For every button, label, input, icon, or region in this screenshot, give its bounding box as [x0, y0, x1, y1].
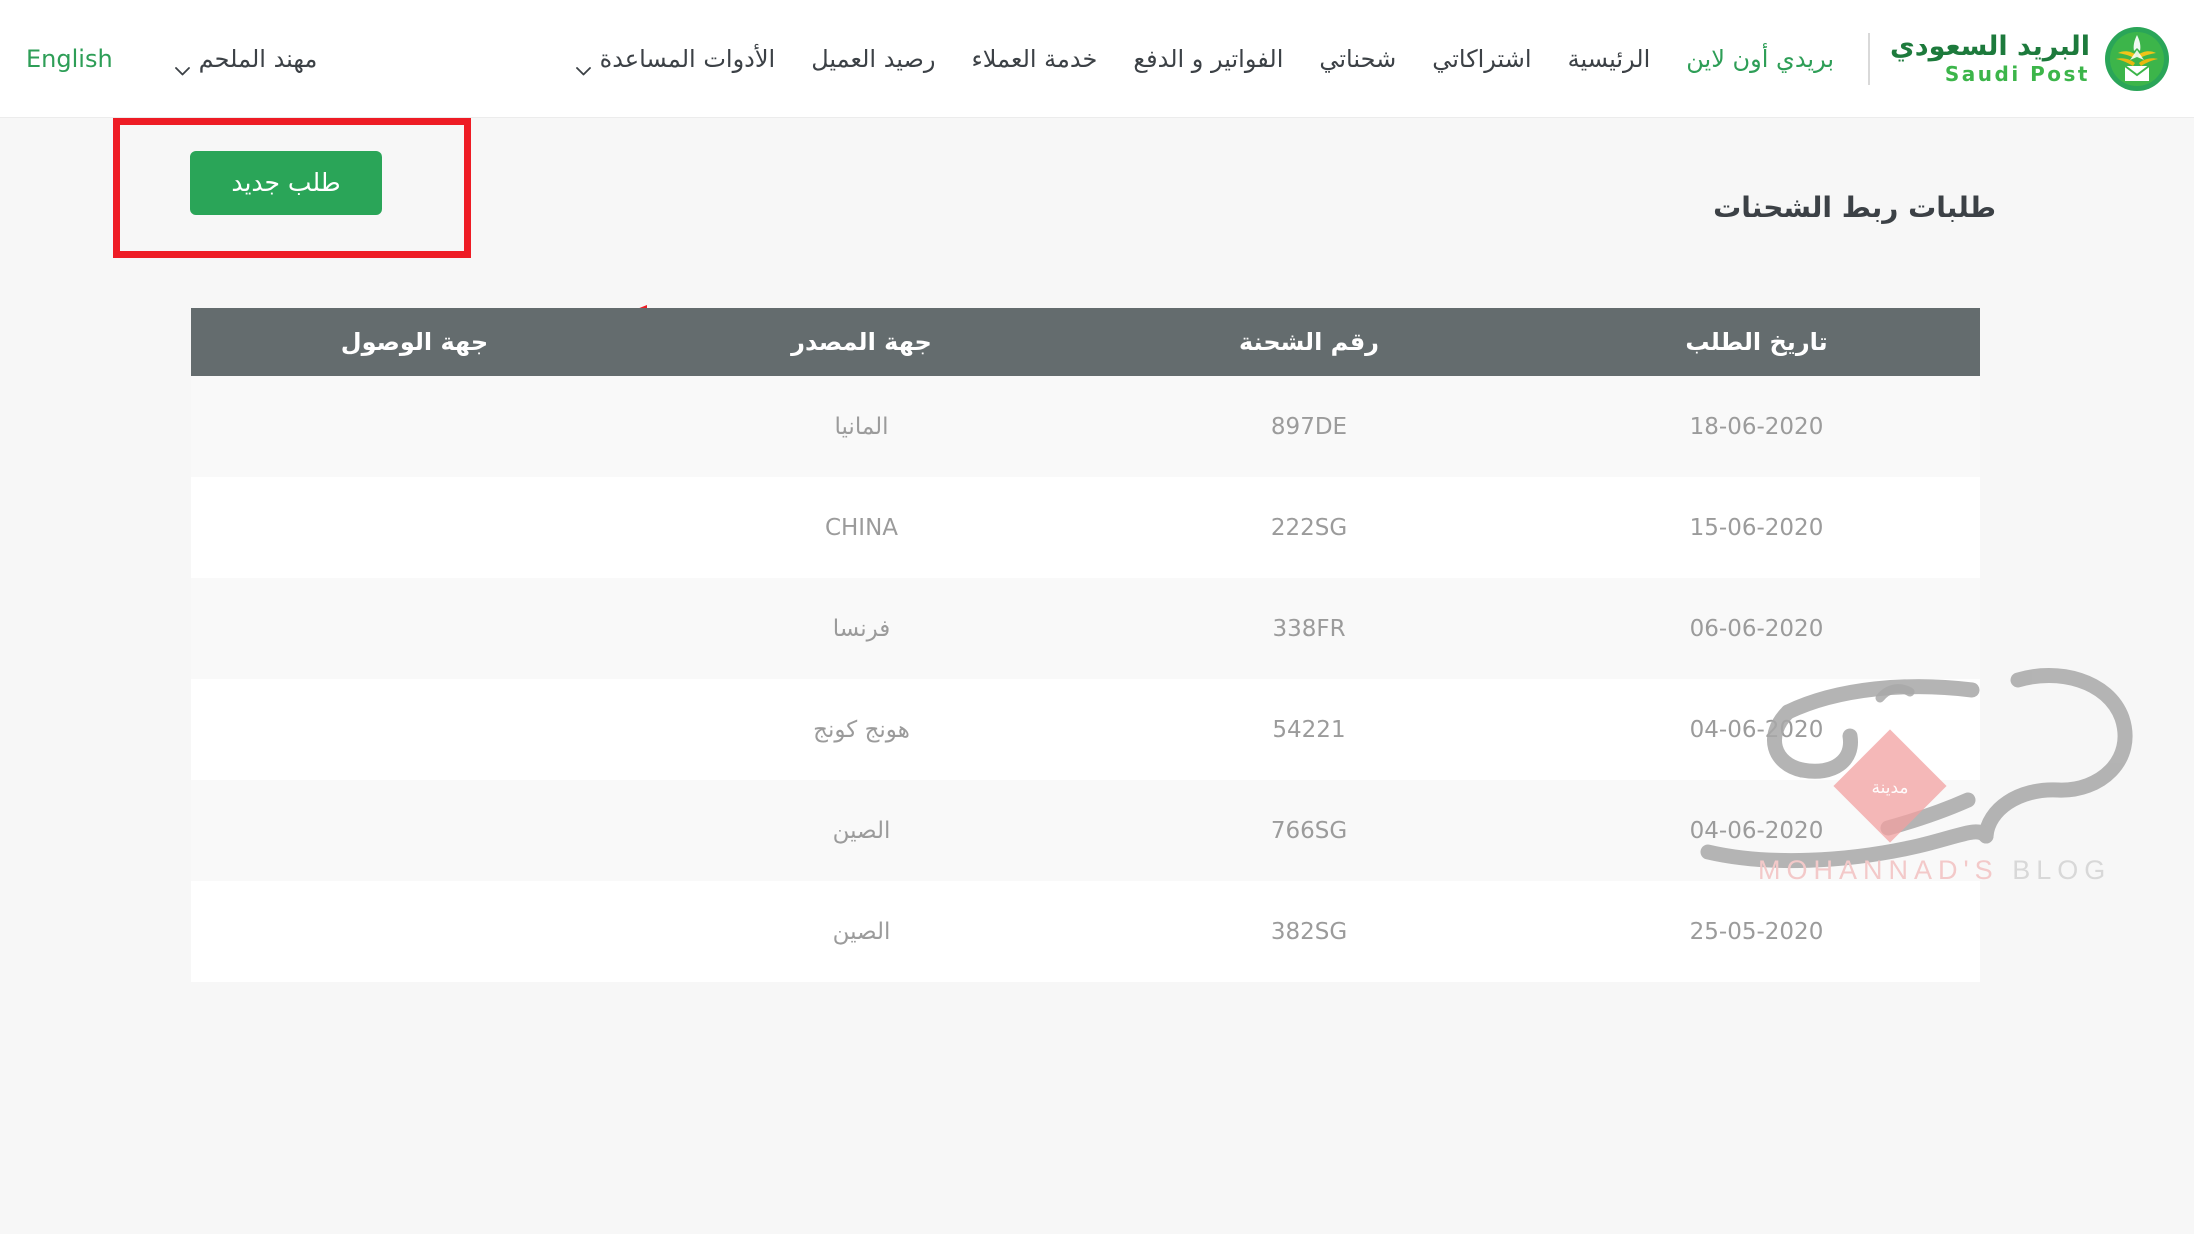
nav-label: الفواتير و الدفع [1133, 44, 1284, 73]
nav-item-customer-balance[interactable]: رصيد العميل [811, 39, 935, 79]
cell-request-date: 04-06-2020 [1533, 679, 1980, 780]
nav-item-invoices-and-payment[interactable]: الفواتير و الدفع [1133, 39, 1283, 79]
cell-shipment-number: 338FR [1085, 578, 1533, 679]
nav-item-helper-tools[interactable]: الأدوات المساعدة [575, 39, 776, 79]
cell-request-date: 15-06-2020 [1533, 477, 1980, 578]
nav-utilities: مهند الملحم English [0, 39, 363, 79]
table-row[interactable]: 04-06-2020 54221 هونج كونج [191, 679, 1980, 780]
table-head: تاريخ الطلب رقم الشحنة جهة المصدر جهة ال… [191, 308, 1980, 376]
nav-item-bareedi-online[interactable]: بريدي أون لاين [1686, 39, 1834, 79]
nav-label: شحناتي [1319, 44, 1397, 73]
brand-divider [1868, 32, 1871, 85]
cell-shipment-number: 897DE [1085, 376, 1533, 477]
brand-name-arabic: البريد السعودي [1890, 31, 2090, 62]
table-body: 18-06-2020 897DE المانيا 15-06-2020 222S… [191, 376, 1980, 982]
nav-item-customer-service[interactable]: خدمة العملاء [972, 39, 1098, 79]
top-navigation-bar: البريد السعودي Saudi Post بريدي أون لاين… [0, 0, 2194, 118]
nav-label: الرئيسية [1567, 44, 1651, 73]
nav-item-subscriptions[interactable]: اشتراكاتي [1432, 39, 1531, 79]
main-nav: بريدي أون لاين الرئيسية اشتراكاتي شحناتي… [363, 39, 1840, 79]
brand-logo[interactable]: البريد السعودي Saudi Post [1850, 26, 2170, 92]
table-row[interactable]: 25-05-2020 382SG الصين [191, 881, 1980, 982]
nav-item-my-shipments[interactable]: شحناتي [1319, 39, 1396, 79]
cell-shipment-number: 382SG [1085, 881, 1533, 982]
cell-request-date: 18-06-2020 [1533, 376, 1980, 477]
cell-destination-country [191, 679, 638, 780]
cell-source-country: هونج كونج [638, 679, 1085, 780]
shipment-link-requests-table: تاريخ الطلب رقم الشحنة جهة المصدر جهة ال… [191, 308, 1980, 982]
nav-label: رصيد العميل [811, 44, 936, 73]
table-row[interactable]: 06-06-2020 338FR فرنسا [191, 578, 1980, 679]
nav-label: خدمة العملاء [971, 44, 1098, 73]
cell-destination-country [191, 376, 638, 477]
cell-request-date: 04-06-2020 [1533, 780, 1980, 881]
chevron-down-icon [575, 54, 591, 76]
cell-destination-country [191, 780, 638, 881]
cell-request-date: 25-05-2020 [1533, 881, 1980, 982]
cell-shipment-number: 54221 [1085, 679, 1533, 780]
column-header-request-date[interactable]: تاريخ الطلب [1533, 308, 1980, 376]
user-menu-label: مهند الملحم [198, 44, 318, 73]
table-row[interactable]: 18-06-2020 897DE المانيا [191, 376, 1980, 477]
column-header-shipment-number[interactable]: رقم الشحنة [1085, 308, 1533, 376]
cell-request-date: 06-06-2020 [1533, 578, 1980, 679]
cell-source-country: الصين [638, 881, 1085, 982]
table-row[interactable]: 04-06-2020 766SG الصين [191, 780, 1980, 881]
saudi-post-emblem-icon [2104, 26, 2170, 92]
cell-shipment-number: 222SG [1085, 477, 1533, 578]
column-header-source-country[interactable]: جهة المصدر [638, 308, 1085, 376]
cell-destination-country [191, 477, 638, 578]
table-row[interactable]: 15-06-2020 222SG CHINA [191, 477, 1980, 578]
cell-destination-country [191, 578, 638, 679]
new-request-button[interactable]: طلب جديد [190, 151, 382, 215]
cell-source-country: CHINA [638, 477, 1085, 578]
page-content: طلبات ربط الشحنات طلب جديد تاريخ الطلب ر… [0, 118, 2194, 1234]
watermark-blog-plain: BLOG [2012, 855, 2112, 885]
cell-source-country: فرنسا [638, 578, 1085, 679]
page-title: طلبات ربط الشحنات [1713, 191, 1996, 224]
cell-destination-country [191, 881, 638, 982]
table-header-row: تاريخ الطلب رقم الشحنة جهة المصدر جهة ال… [191, 308, 1980, 376]
language-toggle[interactable]: English [14, 45, 113, 73]
shipment-link-requests-table-wrapper: تاريخ الطلب رقم الشحنة جهة المصدر جهة ال… [191, 308, 1980, 982]
nav-label: اشتراكاتي [1432, 44, 1532, 73]
nav-label: الأدوات المساعدة [599, 44, 776, 73]
cell-source-country: الصين [638, 780, 1085, 881]
nav-item-home[interactable]: الرئيسية [1568, 39, 1651, 79]
chevron-down-icon [174, 54, 190, 76]
nav-label: بريدي أون لاين [1686, 44, 1835, 73]
brand-name-english: Saudi Post [1944, 62, 2090, 86]
brand-text: البريد السعودي Saudi Post [1890, 33, 2090, 84]
cell-source-country: المانيا [638, 376, 1085, 477]
column-header-destination-country[interactable]: جهة الوصول [191, 308, 638, 376]
cell-shipment-number: 766SG [1085, 780, 1533, 881]
user-menu[interactable]: مهند الملحم [174, 39, 318, 79]
